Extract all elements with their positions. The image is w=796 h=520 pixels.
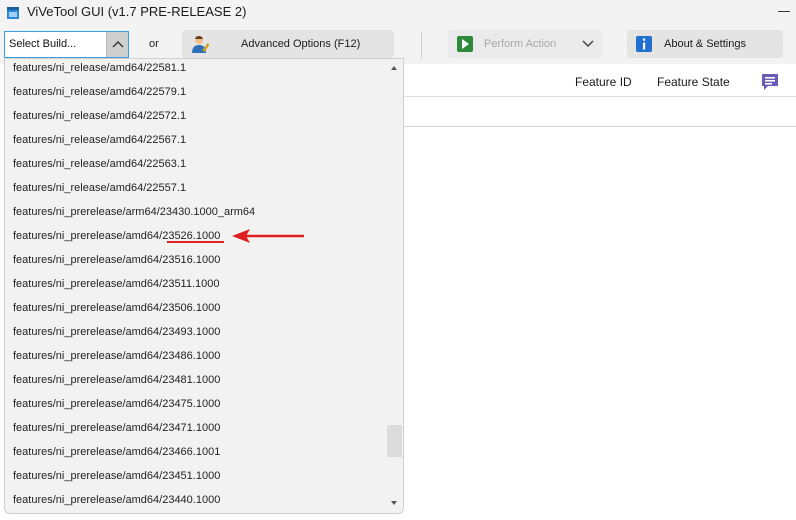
list-item[interactable]: features/ni_prerelease/amd64/23526.1000: [13, 230, 220, 248]
play-icon: [457, 36, 473, 52]
scroll-up-arrow-icon[interactable]: [391, 66, 397, 70]
perform-action-button[interactable]: Perform Action: [448, 30, 602, 58]
about-settings-label: About & Settings: [664, 38, 746, 50]
list-item[interactable]: features/ni_release/amd64/22579.1: [13, 86, 186, 104]
list-item[interactable]: features/ni_prerelease/arm64/23430.1000_…: [13, 206, 255, 224]
dropdown-toggle-button[interactable]: [106, 32, 128, 57]
list-item[interactable]: features/ni_prerelease/amd64/23481.1000: [13, 374, 220, 392]
list-item[interactable]: features/ni_release/amd64/22567.1: [13, 134, 186, 152]
feature-grid-body: [404, 97, 796, 127]
window-title: ViVeTool GUI (v1.7 PRE-RELEASE 2): [27, 4, 247, 19]
or-label: or: [149, 38, 159, 50]
toolbar-divider: [421, 31, 422, 59]
list-item[interactable]: features/ni_release/amd64/22581.1: [13, 62, 186, 80]
about-settings-button[interactable]: About & Settings: [627, 30, 783, 58]
list-item[interactable]: features/ni_prerelease/amd64/23471.1000: [13, 422, 220, 440]
advanced-options-button[interactable]: Advanced Options (F12): [182, 30, 394, 58]
list-item[interactable]: features/ni_prerelease/amd64/23511.1000: [13, 278, 220, 296]
user-wrench-icon: [192, 35, 210, 53]
dropdown-scrollbar[interactable]: [386, 59, 403, 513]
scrollbar-thumb[interactable]: [387, 425, 402, 457]
list-item[interactable]: features/ni_release/amd64/22563.1: [13, 158, 186, 176]
list-item[interactable]: features/ni_prerelease/amd64/23451.1000: [13, 470, 220, 488]
list-item[interactable]: features/ni_release/amd64/22572.1: [13, 110, 186, 128]
annotation-underline: [167, 241, 224, 243]
list-item[interactable]: features/ni_prerelease/amd64/23475.1000: [13, 398, 220, 416]
chevron-up-icon: [112, 41, 124, 48]
list-item[interactable]: features/ni_prerelease/amd64/23466.1001: [13, 446, 220, 464]
list-item[interactable]: features/ni_prerelease/amd64/23516.1000: [13, 254, 220, 272]
perform-action-label: Perform Action: [484, 38, 557, 50]
minimize-button[interactable]: [778, 11, 790, 12]
annotation-arrow-icon: [232, 229, 304, 243]
build-select-value: Select Build...: [9, 38, 77, 50]
build-dropdown-list: features/ni_release/amd64/22581.1 featur…: [4, 58, 404, 514]
list-item[interactable]: features/ni_release/amd64/22557.1: [13, 182, 186, 200]
list-item[interactable]: features/ni_prerelease/amd64/23506.1000: [13, 302, 220, 320]
info-icon: [636, 36, 652, 52]
list-item[interactable]: features/ni_prerelease/amd64/23440.1000: [13, 494, 220, 512]
column-header-feature-state[interactable]: Feature State: [657, 75, 730, 89]
list-item[interactable]: features/ni_prerelease/amd64/23493.1000: [13, 326, 220, 344]
scroll-down-arrow-icon[interactable]: [391, 501, 397, 505]
app-window-icon: [7, 7, 19, 19]
advanced-options-label: Advanced Options (F12): [241, 38, 361, 50]
column-header-feature-id[interactable]: Feature ID: [575, 75, 632, 89]
feature-grid-header: Feature ID Feature State: [404, 66, 796, 97]
comment-icon[interactable]: [760, 72, 780, 92]
build-select[interactable]: Select Build...: [4, 31, 129, 58]
title-bar: ViVeTool GUI (v1.7 PRE-RELEASE 2): [0, 0, 796, 26]
list-item[interactable]: features/ni_prerelease/amd64/23486.1000: [13, 350, 220, 368]
chevron-down-icon: [582, 40, 594, 48]
